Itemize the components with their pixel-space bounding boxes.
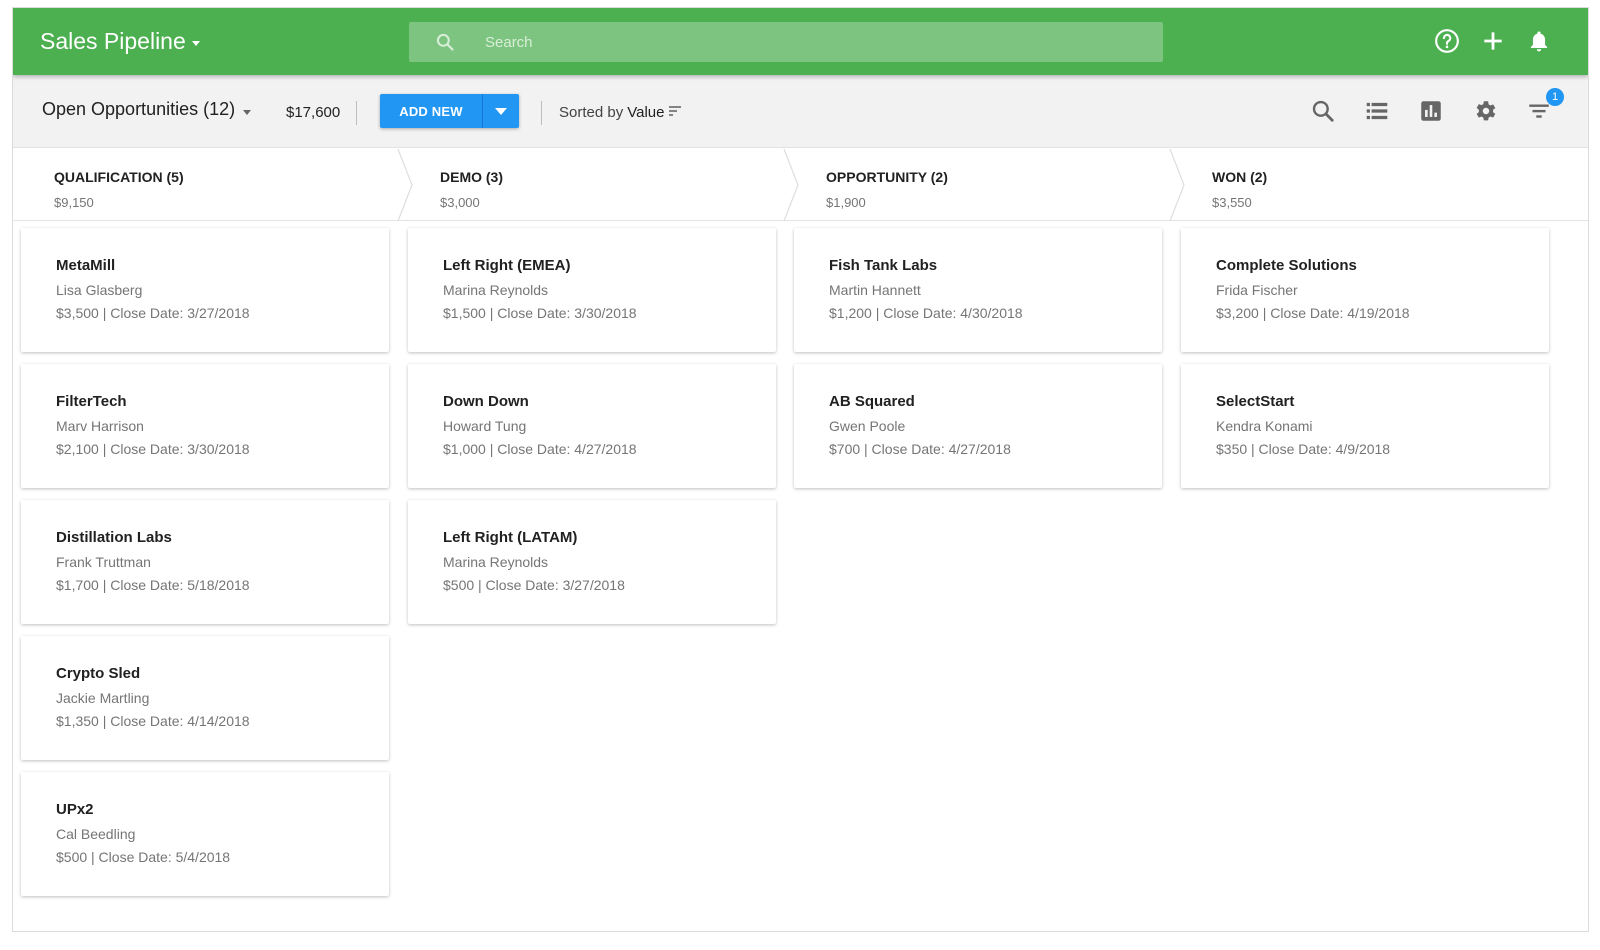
stage-header-demo[interactable]: DEMO (3) $3,000 [399, 149, 785, 221]
card-company: Left Right (EMEA) [443, 257, 571, 274]
add-new-button-group: ADD NEW [380, 94, 519, 128]
opportunity-card[interactable]: Distillation Labs Frank Truttman $1,700 … [21, 500, 389, 624]
card-detail: $3,200 | Close Date: 4/19/2018 [1216, 305, 1410, 321]
card-detail: $500 | Close Date: 5/4/2018 [56, 849, 231, 865]
divider [356, 101, 357, 125]
bell-icon[interactable] [1526, 28, 1552, 54]
card-detail: $1,350 | Close Date: 4/14/2018 [56, 713, 250, 729]
add-new-dropdown-button[interactable] [482, 94, 519, 128]
card-contact: Frida Fischer [1216, 282, 1298, 298]
card-company: Complete Solutions [1216, 257, 1357, 274]
toolbar-actions: 1 [1310, 88, 1564, 124]
opportunity-card[interactable]: Left Right (LATAM) Marina Reynolds $500 … [408, 500, 776, 624]
app-title: Sales Pipeline [40, 28, 186, 54]
caret-down-icon [243, 109, 252, 115]
stage-header-opportunity[interactable]: OPPORTUNITY (2) $1,900 [785, 149, 1171, 221]
opportunity-card[interactable]: Left Right (EMEA) Marina Reynolds $1,500… [408, 228, 776, 352]
card-company: MetaMill [56, 257, 116, 274]
stage-name: QUALIFICATION (5) [54, 169, 184, 185]
stage-name: OPPORTUNITY (2) [826, 169, 948, 185]
card-contact: Martin Hannett [829, 282, 921, 298]
opportunity-card[interactable]: UPx2 Cal Beedling $500 | Close Date: 5/4… [21, 772, 389, 896]
app-window: Sales Pipeline Open Opportunities (12) [12, 7, 1589, 932]
card-detail: $3,500 | Close Date: 3/27/2018 [56, 305, 250, 321]
opportunity-card[interactable]: Down Down Howard Tung $1,000 | Close Dat… [408, 364, 776, 488]
pipeline-stages: QUALIFICATION (5) $9,150 DEMO (3) $3,000… [13, 149, 1588, 221]
card-company: FilterTech [56, 393, 127, 410]
add-new-button[interactable]: ADD NEW [380, 94, 482, 128]
search-icon[interactable] [1310, 98, 1336, 124]
card-detail: $1,000 | Close Date: 4/27/2018 [443, 441, 637, 457]
chart-icon[interactable] [1418, 98, 1444, 124]
stage-header-won[interactable]: WON (2) $3,550 [1171, 149, 1588, 221]
stage-header-qualification[interactable]: QUALIFICATION (5) $9,150 [13, 149, 399, 221]
filter-icon[interactable]: 1 [1526, 88, 1564, 124]
sort-value: Value [627, 104, 665, 121]
top-actions [1434, 28, 1552, 54]
sort-control[interactable]: Sorted by Value [559, 104, 682, 121]
card-detail: $700 | Close Date: 4/27/2018 [829, 441, 1011, 457]
card-contact: Jackie Martling [56, 690, 150, 706]
filter-count-badge: 1 [1546, 88, 1564, 106]
opportunity-card[interactable]: SelectStart Kendra Konami $350 | Close D… [1181, 364, 1549, 488]
card-contact: Howard Tung [443, 418, 527, 434]
settings-icon[interactable] [1472, 98, 1498, 124]
card-detail: $1,500 | Close Date: 3/30/2018 [443, 305, 637, 321]
card-detail: $500 | Close Date: 3/27/2018 [443, 577, 625, 593]
stage-amount: $3,550 [1212, 195, 1252, 210]
card-contact: Kendra Konami [1216, 418, 1313, 434]
plus-icon[interactable] [1480, 28, 1506, 54]
stage-name: DEMO (3) [440, 169, 503, 185]
card-contact: Marina Reynolds [443, 554, 549, 570]
stage-amount: $1,900 [826, 195, 866, 210]
card-detail: $350 | Close Date: 4/9/2018 [1216, 441, 1391, 457]
app-title-dropdown[interactable]: Sales Pipeline [40, 28, 200, 55]
card-contact: Gwen Poole [829, 418, 906, 434]
opportunity-card[interactable]: AB Squared Gwen Poole $700 | Close Date:… [794, 364, 1162, 488]
card-contact: Lisa Glasberg [56, 282, 143, 298]
card-company: Distillation Labs [56, 529, 172, 546]
stage-amount: $3,000 [440, 195, 480, 210]
card-contact: Cal Beedling [56, 826, 136, 842]
card-company: Down Down [443, 393, 529, 410]
card-contact: Frank Truttman [56, 554, 151, 570]
stage-name: WON (2) [1212, 169, 1268, 185]
card-contact: Marina Reynolds [443, 282, 549, 298]
search-input[interactable] [485, 22, 1145, 62]
opportunity-card[interactable]: MetaMill Lisa Glasberg $3,500 | Close Da… [21, 228, 389, 352]
card-company: UPx2 [56, 801, 94, 818]
caret-down-icon [191, 41, 200, 46]
help-icon[interactable] [1434, 28, 1460, 54]
top-bar: Sales Pipeline [13, 8, 1588, 75]
card-company: SelectStart [1216, 393, 1295, 410]
divider [541, 101, 542, 125]
view-label: Open Opportunities (12) [42, 99, 236, 119]
toolbar: Open Opportunities (12) $17,600 ADD NEW … [13, 75, 1588, 148]
card-company: Left Right (LATAM) [443, 529, 578, 546]
search-bar [409, 22, 1163, 62]
sort-icon [668, 104, 682, 121]
opportunity-card[interactable]: FilterTech Marv Harrison $2,100 | Close … [21, 364, 389, 488]
card-company: AB Squared [829, 393, 915, 410]
card-detail: $2,100 | Close Date: 3/30/2018 [56, 441, 250, 457]
card-contact: Marv Harrison [56, 418, 144, 434]
opportunity-card[interactable]: Crypto Sled Jackie Martling $1,350 | Clo… [21, 636, 389, 760]
search-icon [435, 32, 455, 52]
sort-prefix: Sorted by [559, 104, 624, 121]
card-company: Crypto Sled [56, 665, 141, 682]
card-detail: $1,700 | Close Date: 5/18/2018 [56, 577, 250, 593]
card-detail: $1,200 | Close Date: 4/30/2018 [829, 305, 1023, 321]
caret-down-icon [495, 107, 507, 115]
opportunity-card[interactable]: Fish Tank Labs Martin Hannett $1,200 | C… [794, 228, 1162, 352]
view-selector[interactable]: Open Opportunities (12) [42, 99, 252, 120]
card-company: Fish Tank Labs [829, 257, 938, 274]
pipeline-total: $17,600 [286, 104, 341, 121]
stage-amount: $9,150 [54, 195, 94, 210]
opportunity-card[interactable]: Complete Solutions Frida Fischer $3,200 … [1181, 228, 1549, 352]
list-view-icon[interactable] [1364, 98, 1390, 124]
